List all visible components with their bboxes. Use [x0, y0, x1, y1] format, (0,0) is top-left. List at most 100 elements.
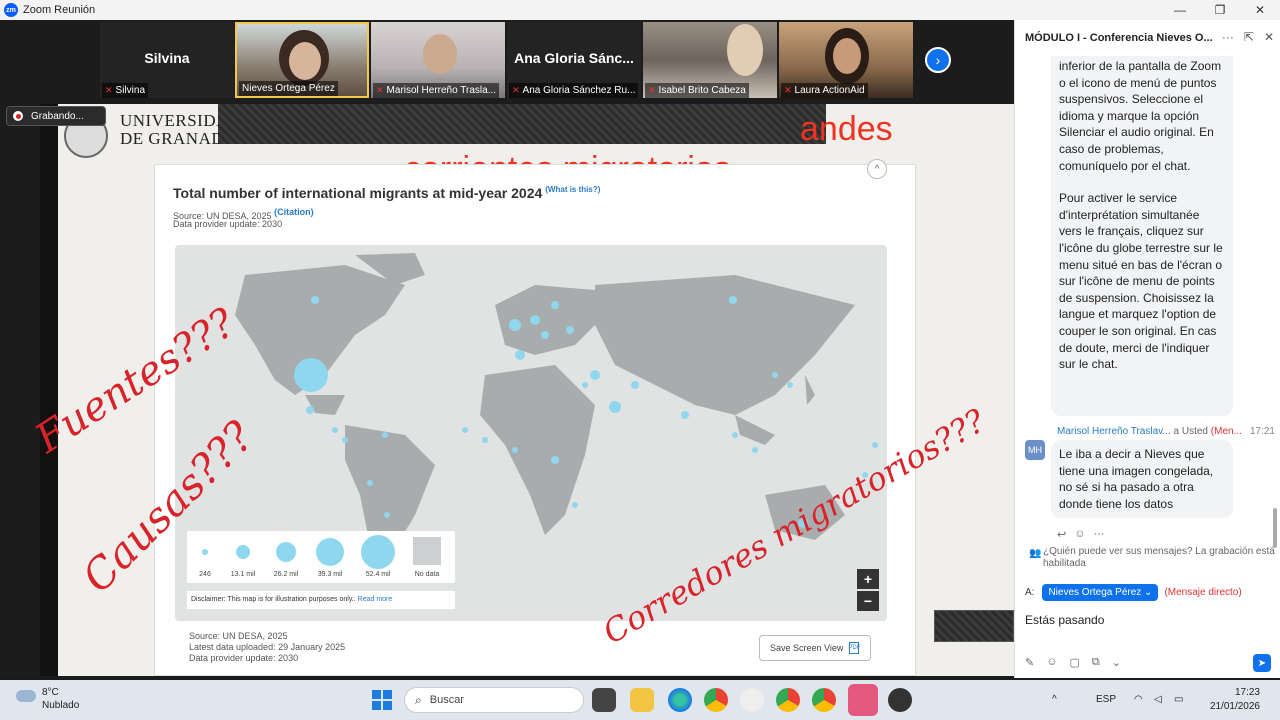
- save-screen-view-button[interactable]: Save Screen View PDF: [759, 635, 871, 661]
- reply-icon[interactable]: ↩: [1057, 528, 1066, 541]
- zoom-logo-icon: zm: [4, 3, 18, 17]
- participant-tile[interactable]: ✕ Laura ActionAid: [779, 22, 913, 98]
- chat-message-paragraph: inferior de la pantalla de Zoom o el ico…: [1059, 59, 1222, 173]
- screenshot-icon[interactable]: ⧉: [1092, 656, 1100, 669]
- read-more-link[interactable]: Read more: [358, 596, 393, 603]
- pdf-icon: PDF: [848, 642, 860, 654]
- chrome-profile-icon[interactable]: [812, 688, 836, 712]
- weather-widget[interactable]: 8°C Nublado: [16, 686, 79, 712]
- minimize-button[interactable]: —: [1160, 0, 1200, 20]
- map-disclaimer: Disclaimer: This map is for illustration…: [187, 591, 455, 609]
- legend-label: 39.3 mil: [317, 571, 343, 578]
- zoom-app-icon[interactable]: [848, 684, 878, 716]
- muted-mic-icon: ✕: [512, 85, 520, 95]
- app-icon[interactable]: [888, 688, 912, 712]
- muted-mic-icon: ✕: [648, 85, 656, 95]
- recording-indicator[interactable]: Grabando...: [6, 106, 106, 126]
- record-icon: [13, 111, 23, 121]
- file-explorer-icon[interactable]: [630, 688, 654, 712]
- message-sender: Marisol Herreño Traslav... a Usted (Men.…: [1057, 426, 1275, 437]
- task-view-icon[interactable]: [592, 688, 616, 712]
- legend-circle: [316, 538, 344, 566]
- chevron-down-icon[interactable]: ⌄: [1112, 656, 1121, 669]
- map-legend: 246 13.1 mil 26.2 mil 39.3 mil 52.4 mil …: [187, 531, 455, 583]
- participant-face: [289, 42, 321, 80]
- visibility-notice[interactable]: 👥 ¿Quién puede ver sus mensajes? La graba…: [1025, 546, 1275, 570]
- participant-label: ✕ Silvina: [102, 83, 149, 98]
- chat-input[interactable]: [1025, 608, 1271, 632]
- tray-overflow-icon[interactable]: ^: [1052, 694, 1057, 705]
- message-time: 17:21: [1249, 426, 1275, 437]
- participant-tile[interactable]: Silvina ✕ Silvina: [100, 22, 234, 98]
- title-bar: zm Zoom Reunión — ❐ ✕: [0, 0, 1280, 20]
- more-icon[interactable]: ···: [1093, 528, 1104, 541]
- participant-label: ✕ Isabel Brito Cabeza: [645, 83, 749, 98]
- participant-tile[interactable]: ✕ Isabel Brito Cabeza: [643, 22, 777, 98]
- frozen-overlay: [218, 104, 826, 144]
- chat-message: inferior de la pantalla de Zoom o el ico…: [1051, 56, 1233, 416]
- format-icon[interactable]: ✎: [1025, 656, 1034, 669]
- legend-no-data-swatch: [413, 537, 441, 565]
- map-zoom-controls: + −: [857, 569, 879, 613]
- taskbar-search[interactable]: ⌕ Buscar: [404, 687, 584, 713]
- zoom-out-button[interactable]: −: [857, 591, 879, 611]
- chat-message-paragraph: Pour activer le service d'interprétation…: [1059, 191, 1223, 372]
- legend-circle: [202, 549, 208, 555]
- collapse-button[interactable]: ^: [867, 159, 887, 179]
- participant-label: Nieves Ortega Pérez: [239, 81, 338, 96]
- volume-icon[interactable]: ◁: [1154, 694, 1162, 705]
- muted-mic-icon: ✕: [376, 85, 384, 95]
- panel-footer: Source: UN DESA, 2025 Latest data upload…: [189, 631, 346, 663]
- chrome-profile-icon[interactable]: [776, 688, 800, 712]
- participant-tile[interactable]: Ana Gloria Sánc... ✕ Ana Gloria Sánchez R…: [507, 22, 641, 98]
- participant-tile[interactable]: ✕ Marisol Herreño Trasla...: [371, 22, 505, 98]
- participant-tile-active[interactable]: Nieves Ortega Pérez: [235, 22, 369, 98]
- legend-label: 26.2 mil: [273, 571, 299, 578]
- start-button[interactable]: [372, 690, 392, 710]
- chat-scrollbar[interactable]: [1273, 508, 1277, 548]
- what-is-this-link[interactable]: (What is this?): [545, 185, 600, 194]
- participant-face: [833, 38, 861, 74]
- popout-icon[interactable]: ⇱: [1244, 30, 1254, 44]
- participant-video: [727, 24, 763, 76]
- cloud-icon: [16, 690, 36, 702]
- window-title: Zoom Reunión: [23, 4, 96, 16]
- file-icon[interactable]: ▢: [1069, 656, 1079, 669]
- participant-gallery: Silvina ✕ Silvina Nieves Ortega Pérez ✕ Ma…: [0, 20, 1014, 104]
- more-options-icon[interactable]: ···: [1222, 30, 1234, 44]
- legend-label: No data: [414, 571, 440, 578]
- restore-button[interactable]: ❐: [1200, 0, 1240, 20]
- participant-label: ✕ Marisol Herreño Trasla...: [373, 83, 500, 98]
- migration-panel: ^ Total number of international migrants…: [154, 159, 916, 676]
- world-map[interactable]: 246 13.1 mil 26.2 mil 39.3 mil 52.4 mil …: [175, 245, 887, 621]
- search-icon: ⌕: [415, 692, 422, 707]
- next-page-button[interactable]: ›: [925, 47, 951, 73]
- emoji-icon[interactable]: ☺: [1074, 528, 1085, 541]
- emoji-icon[interactable]: ☺: [1046, 656, 1057, 669]
- avatar: MH: [1025, 440, 1045, 460]
- slide-title-line1: andes: [800, 110, 893, 148]
- wifi-icon[interactable]: ◠: [1134, 694, 1143, 705]
- muted-mic-icon: ✕: [784, 85, 792, 95]
- citation-link[interactable]: (Citation): [274, 207, 314, 217]
- close-window-button[interactable]: ✕: [1240, 0, 1280, 20]
- send-button[interactable]: ➤: [1253, 654, 1271, 672]
- direct-message-label: (Mensaje directo): [1164, 587, 1242, 598]
- recipient-dropdown[interactable]: Nieves Ortega Pérez ⌄: [1042, 584, 1159, 601]
- language-indicator[interactable]: ESP: [1096, 694, 1116, 705]
- panel-title: Total number of international migrants a…: [173, 185, 601, 201]
- frozen-overlay-corner: [934, 610, 1014, 642]
- chat-message: Le iba a decir a Nieves que tiene una im…: [1051, 440, 1233, 519]
- chrome-icon[interactable]: [704, 688, 728, 712]
- clock[interactable]: 17:23 21/01/2026: [1210, 686, 1260, 714]
- edge-icon[interactable]: [668, 688, 692, 712]
- legend-label: 246: [199, 571, 211, 578]
- battery-icon[interactable]: ▭: [1174, 694, 1183, 705]
- taskbar: 8°C Nublado ⌕ Buscar ^ ESP ◠ ◁ ▭ 17:23 21…: [0, 680, 1280, 720]
- chat-header-icons: ··· ⇱ ✕: [1222, 30, 1274, 44]
- zoom-in-button[interactable]: +: [857, 569, 879, 589]
- university-app-icon[interactable]: [740, 688, 764, 712]
- close-chat-icon[interactable]: ✕: [1264, 30, 1274, 44]
- legend-circle: [236, 545, 250, 559]
- window-controls: — ❐ ✕: [1160, 0, 1280, 20]
